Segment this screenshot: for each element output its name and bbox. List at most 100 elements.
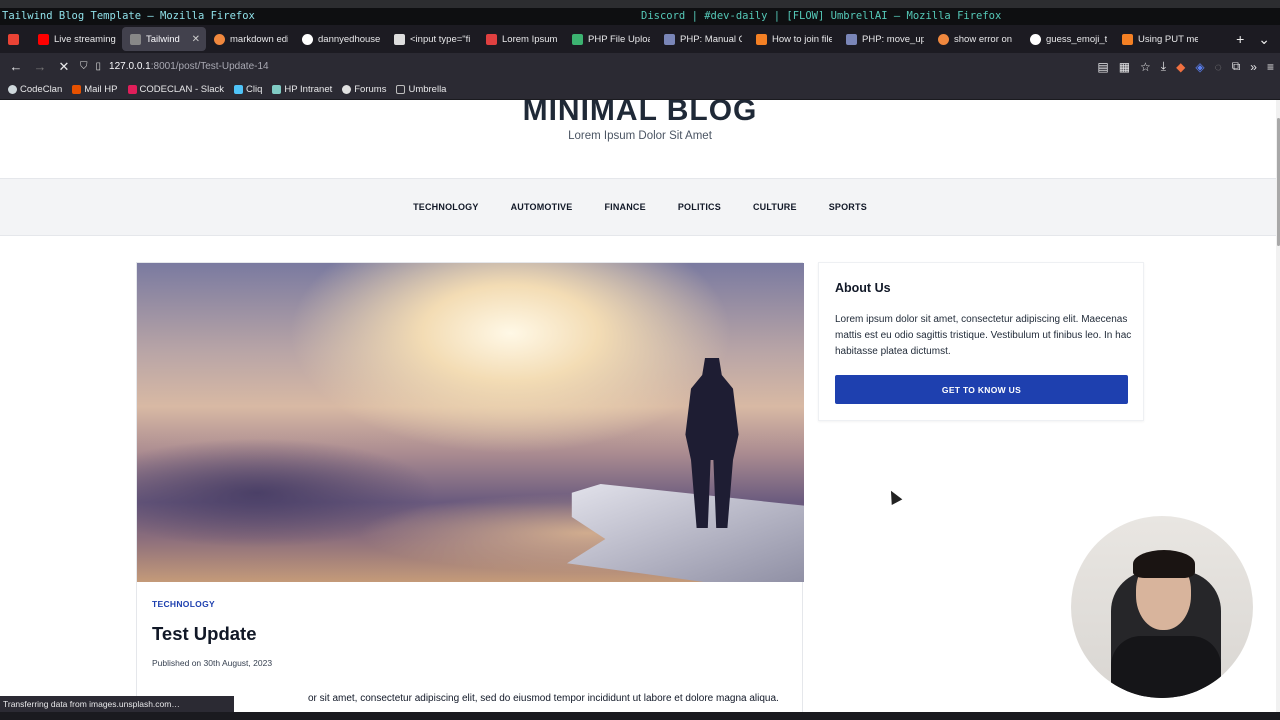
get-to-know-us-button[interactable]: GET TO KNOW US: [835, 375, 1128, 404]
php-icon: [846, 33, 857, 45]
back-icon[interactable]: ←: [4, 59, 28, 74]
nav-sports[interactable]: SPORTS: [829, 202, 867, 212]
stackoverflow-icon: [756, 33, 767, 45]
tab-label: <input type="fi: [410, 33, 471, 45]
tab-label: dannyedhouse: [318, 33, 380, 45]
extension-shield-icon[interactable]: ◈: [1195, 60, 1204, 74]
about-text: Lorem ipsum dolor sit amet, consectetur …: [835, 314, 1132, 357]
category-nav: TECHNOLOGY AUTOMOTIVE FINANCE POLITICS C…: [0, 178, 1280, 236]
bookmark-codeclan-slack[interactable]: CODECLAN - Slack: [127, 84, 224, 95]
tab-join-files[interactable]: How to join file: [748, 25, 838, 53]
menu-icon[interactable]: ≡: [1267, 60, 1274, 74]
bottom-strip: [0, 712, 1280, 720]
stop-loading-icon[interactable]: ✕: [52, 59, 76, 75]
bookmarks-bar: CodeClan Mail HP CODECLAN - Slack Cliq H…: [0, 80, 1280, 100]
bookmark-star-icon[interactable]: ☆: [1140, 60, 1151, 74]
airplane-wing: [567, 484, 804, 582]
tab-label: Tailwind Blo: [146, 33, 183, 45]
site-title[interactable]: MINIMAL BLOG: [0, 100, 1280, 128]
bookmark-mail-hp[interactable]: Mail HP: [72, 84, 118, 95]
tab-label: markdown edi: [230, 33, 288, 45]
overflow-icon[interactable]: »: [1250, 60, 1257, 74]
tab-using-put[interactable]: Using PUT met: [1114, 25, 1204, 53]
grid-icon[interactable]: ▦: [1119, 60, 1130, 74]
about-us-card: About Us Lorem ipsum dolor sit amet, con…: [818, 262, 1144, 421]
url-bar[interactable]: ⛉ ▯ 127.0.0.1:8001/post/Test-Update-14: [80, 53, 1040, 80]
tab-php-move-upload[interactable]: PHP: move_up: [838, 25, 930, 53]
post-published-date: Published on 30th August, 2023: [152, 658, 273, 668]
tab-tailwind-blog[interactable]: Tailwind Blo ✕: [122, 27, 206, 51]
nav-culture[interactable]: CULTURE: [753, 202, 797, 212]
bookmark-folder-umbrella[interactable]: Umbrella: [396, 84, 446, 95]
forward-icon[interactable]: →: [28, 59, 52, 74]
post-card: TECHNOLOGY Test Update Published on 30th…: [136, 262, 804, 712]
site-icon: [214, 33, 225, 45]
shield-icon[interactable]: ⛉: [80, 61, 88, 72]
nav-technology[interactable]: TECHNOLOGY: [413, 202, 479, 212]
tab-label: guess_emoji_t: [1046, 33, 1108, 45]
bookmark-cliq[interactable]: Cliq: [233, 84, 262, 95]
close-icon[interactable]: ✕: [192, 34, 200, 45]
nav-finance[interactable]: FINANCE: [604, 202, 645, 212]
tab-strip: Live streaming Tailwind Blo ✕ markdown e…: [0, 25, 1280, 53]
tab-label: How to join file: [772, 33, 832, 45]
about-heading: About Us: [835, 281, 891, 295]
page-info-icon[interactable]: ▯: [96, 61, 102, 72]
tab-github-dannyedhouse[interactable]: dannyedhouse: [294, 25, 386, 53]
tab-label: Lorem Ipsum: [502, 33, 558, 45]
w3-icon: [572, 33, 583, 45]
cliq-icon: [233, 85, 243, 94]
tab-guess-emoji[interactable]: guess_emoji_t: [1022, 25, 1114, 53]
bookmark-hp-intranet[interactable]: HP Intranet: [272, 84, 332, 95]
page-icon: [130, 33, 141, 45]
post-hero-image: [137, 263, 804, 582]
globe-icon: [8, 85, 17, 94]
bookmark-codeclan[interactable]: CodeClan: [8, 84, 62, 95]
tab-gmail[interactable]: [0, 25, 30, 53]
gmail-icon: [8, 33, 19, 45]
mail-icon: [72, 85, 82, 94]
tab-php-manual[interactable]: PHP: Manual Q: [656, 25, 748, 53]
stackoverflow-icon: [1122, 33, 1133, 45]
status-bar: Transferring data from images.unsplash.c…: [0, 696, 234, 712]
url-host: 127.0.0.1: [109, 61, 151, 72]
intranet-icon: [272, 85, 282, 94]
nav-automotive[interactable]: AUTOMOTIVE: [511, 202, 573, 212]
tab-label: PHP: move_up: [862, 33, 924, 45]
download-icon[interactable]: ⤓: [1161, 59, 1166, 74]
reader-view-icon[interactable]: ▤: [1097, 60, 1108, 74]
youtube-icon: [38, 33, 49, 45]
tab-label: Using PUT met: [1138, 33, 1198, 45]
nav-politics[interactable]: POLITICS: [678, 202, 721, 212]
tab-label: show error on: [954, 33, 1013, 45]
bookmark-forums[interactable]: Forums: [342, 84, 386, 95]
extension-fox-icon[interactable]: ◆: [1176, 60, 1185, 74]
webcam-overlay: [1071, 516, 1253, 698]
github-icon: [302, 33, 313, 45]
tab-show-error[interactable]: show error on: [930, 25, 1022, 53]
tab-lorem-ipsum[interactable]: Lorem Ipsum: [478, 25, 564, 53]
site-subtitle: Lorem Ipsum Dolor Sit Amet: [568, 130, 712, 142]
github-icon: [1030, 33, 1041, 45]
url-path: :8001/post/Test-Update-14: [150, 61, 269, 72]
forums-icon: [342, 85, 352, 94]
extension-sync-icon[interactable]: ◌: [1215, 60, 1222, 74]
post-category[interactable]: TECHNOLOGY: [152, 599, 215, 609]
tab-mdn-input[interactable]: <input type="fi: [386, 25, 478, 53]
window-title-right: Discord | #dev-daily | [FLOW] UmbrellAI …: [640, 0, 1280, 25]
tab-label: PHP File Uploa: [588, 33, 650, 45]
new-tab-icon[interactable]: +: [1236, 31, 1244, 48]
tab-live-streaming[interactable]: Live streaming: [30, 25, 122, 53]
list-tabs-icon[interactable]: ⌄: [1258, 31, 1270, 48]
php-icon: [664, 33, 675, 45]
slack-icon: [127, 85, 137, 94]
folder-icon: [396, 85, 406, 94]
site-icon: [938, 33, 949, 45]
extensions-icon[interactable]: ⧉: [1232, 59, 1241, 74]
tab-label: Live streaming: [54, 33, 116, 45]
tab-label: PHP: Manual Q: [680, 33, 742, 45]
navigation-toolbar: ← → ✕ ⛉ ▯ 127.0.0.1:8001/post/Test-Updat…: [0, 53, 1280, 80]
tab-php-file-upload[interactable]: PHP File Uploa: [564, 25, 656, 53]
tab-markdown[interactable]: markdown edi: [206, 25, 294, 53]
post-title: Test Update: [152, 623, 257, 644]
